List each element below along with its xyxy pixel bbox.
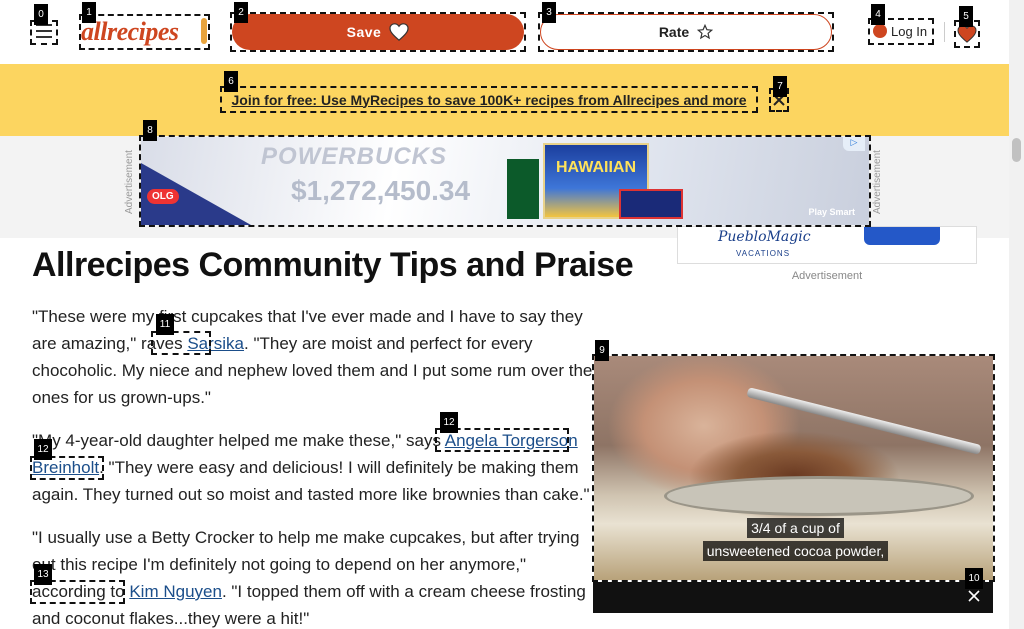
video-control-bar <box>593 582 993 613</box>
section-title: Allrecipes Community Tips and Praise <box>32 246 634 284</box>
mark-box <box>79 14 210 50</box>
mark-label: 2 <box>234 2 248 23</box>
side-ad[interactable]: PuebloMagic VACATIONS <box>677 226 977 264</box>
ad-label-right: Advertisement <box>872 150 883 214</box>
review-text: "My 4-year-old daughter helped me make t… <box>32 431 445 450</box>
review-paragraph: "I usually use a Betty Crocker to help m… <box>32 524 598 629</box>
mark-label: 5 <box>959 6 973 27</box>
mark-label: 12 <box>440 412 458 433</box>
mark-label: 13 <box>34 564 52 585</box>
review-author-link[interactable]: Kim Nguyen <box>129 582 222 601</box>
header-divider <box>944 22 945 42</box>
mark-box <box>139 135 871 227</box>
mark-label: 9 <box>595 340 609 361</box>
mark-label: 8 <box>143 120 157 141</box>
review-paragraph: "These were my first cupcakes that I've … <box>32 303 598 411</box>
mark-label: 6 <box>224 71 238 92</box>
scrollbar-thumb[interactable] <box>1012 138 1021 162</box>
side-ad-sub: VACATIONS <box>736 249 791 258</box>
mark-label: 0 <box>34 4 48 25</box>
mark-label: 12 <box>34 439 52 460</box>
review-text: . "They were easy and delicious! I will … <box>32 458 590 504</box>
mark-label: 1 <box>82 2 96 23</box>
mark-label: 3 <box>542 2 556 23</box>
side-ad-button <box>864 227 940 245</box>
mark-label: 7 <box>773 76 787 97</box>
side-ad-label: Advertisement <box>791 270 863 282</box>
ad-label-left: Advertisement <box>124 150 135 214</box>
mark-label: 10 <box>965 568 983 589</box>
mark-box <box>220 86 758 113</box>
mark-box <box>230 12 526 52</box>
mark-label: 11 <box>156 314 174 335</box>
side-ad-logo: PuebloMagic <box>718 229 811 245</box>
mark-box <box>592 354 995 582</box>
mark-label: 4 <box>871 4 885 25</box>
page-scrollbar[interactable] <box>1009 0 1024 629</box>
mark-box <box>538 12 834 52</box>
